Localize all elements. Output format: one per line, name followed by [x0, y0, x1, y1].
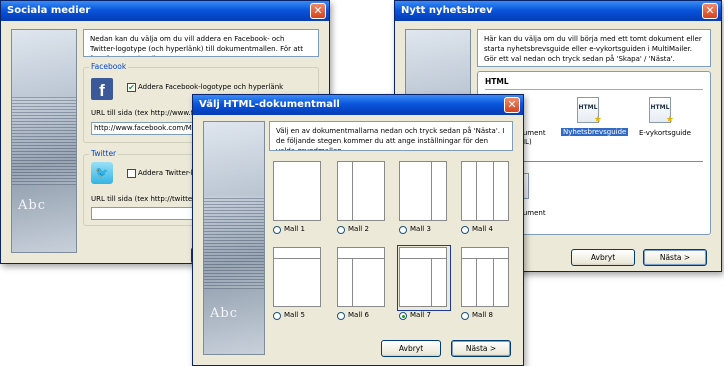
- newsletter-titlebar[interactable]: Nytt nyhetsbrev ✕: [395, 1, 721, 21]
- side-image: Abc: [203, 121, 265, 355]
- template-radio-label[interactable]: Mall 3: [410, 225, 431, 233]
- template-title: Välj HTML-dokumentmall: [199, 99, 340, 110]
- template-radio-label[interactable]: Mall 6: [348, 311, 369, 319]
- close-icon[interactable]: ✕: [702, 3, 718, 19]
- template-thumbnail-8[interactable]: [461, 247, 509, 307]
- facebook-checkbox-label: Addera Facebook-logotype och hyperlänk: [138, 83, 284, 91]
- html-doc-icon[interactable]: HTML ★: [577, 97, 602, 125]
- twitter-checkbox[interactable]: [127, 169, 136, 178]
- template-dialog: Välj HTML-dokumentmall ✕ Abc Välj en av …: [192, 94, 524, 366]
- html-doc-icon[interactable]: HTML ★: [649, 97, 674, 125]
- template-radio-label[interactable]: Mall 2: [348, 225, 369, 233]
- template-radio-6[interactable]: [337, 312, 345, 320]
- template-thumbnail-5[interactable]: [273, 247, 321, 307]
- template-thumbnail-2[interactable]: [337, 161, 385, 221]
- section-divider: [485, 89, 703, 91]
- template-radio-label[interactable]: Mall 5: [284, 311, 305, 319]
- close-icon[interactable]: ✕: [310, 3, 326, 19]
- close-icon[interactable]: ✕: [504, 97, 520, 113]
- template-radio-label[interactable]: Mall 1: [284, 225, 305, 233]
- newsletter-title: Nytt nyhetsbrev: [401, 5, 493, 16]
- template-next-button[interactable]: Nästa >: [451, 340, 511, 357]
- template-thumbnail-7[interactable]: [399, 247, 447, 307]
- template-thumbnail-4[interactable]: [461, 161, 509, 221]
- template-thumbnail-3[interactable]: [399, 161, 447, 221]
- template-radio-label[interactable]: Mall 7: [410, 311, 431, 319]
- twitter-group-label: Twitter: [89, 149, 119, 158]
- social-media-titlebar[interactable]: Sociala medier ✕: [1, 1, 329, 21]
- side-image-abc: Abc: [210, 306, 238, 321]
- newsletter-section-label: HTML: [485, 77, 509, 86]
- newsletter-next-button[interactable]: Nästa >: [643, 249, 707, 266]
- template-cancel-button[interactable]: Avbryt: [381, 340, 441, 357]
- newsletter-guide-label[interactable]: Nyhetsbrevsguide: [561, 128, 629, 136]
- template-radio-3[interactable]: [399, 226, 407, 234]
- template-radio-label[interactable]: Mall 8: [472, 311, 493, 319]
- template-info-text: Välj en av dokumentmallarna nedan och tr…: [269, 121, 513, 151]
- template-radio-2[interactable]: [337, 226, 345, 234]
- template-thumbnail-1[interactable]: [273, 161, 321, 221]
- doc-icon-glyph: HTML: [650, 104, 670, 111]
- twitter-icon: 🐦: [91, 162, 113, 184]
- facebook-icon: f: [91, 78, 113, 100]
- ecard-guide-label[interactable]: E-vykortsguide: [639, 129, 691, 137]
- facebook-checkbox[interactable]: ✔: [127, 83, 136, 92]
- template-thumbnail-6[interactable]: [337, 247, 385, 307]
- template-titlebar[interactable]: Välj HTML-dokumentmall ✕: [193, 95, 523, 115]
- doc-icon-glyph: HTML: [578, 104, 598, 111]
- social-info-text: Nedan kan du välja om du vill addera en …: [83, 29, 319, 57]
- facebook-group-label: Facebook: [89, 62, 129, 71]
- template-radio-8[interactable]: [461, 312, 469, 320]
- newsletter-info-text: Här kan du välja om du vill börja med et…: [477, 29, 711, 67]
- newsletter-cancel-button[interactable]: Avbryt: [571, 249, 635, 266]
- side-image: Abc: [11, 29, 77, 253]
- template-radio-label[interactable]: Mall 4: [472, 225, 493, 233]
- template-radio-7[interactable]: [399, 312, 407, 320]
- template-radio-5[interactable]: [273, 312, 281, 320]
- template-radio-4[interactable]: [461, 226, 469, 234]
- template-radio-1[interactable]: [273, 226, 281, 234]
- social-media-title: Sociala medier: [7, 5, 91, 16]
- side-image-abc: Abc: [18, 198, 46, 213]
